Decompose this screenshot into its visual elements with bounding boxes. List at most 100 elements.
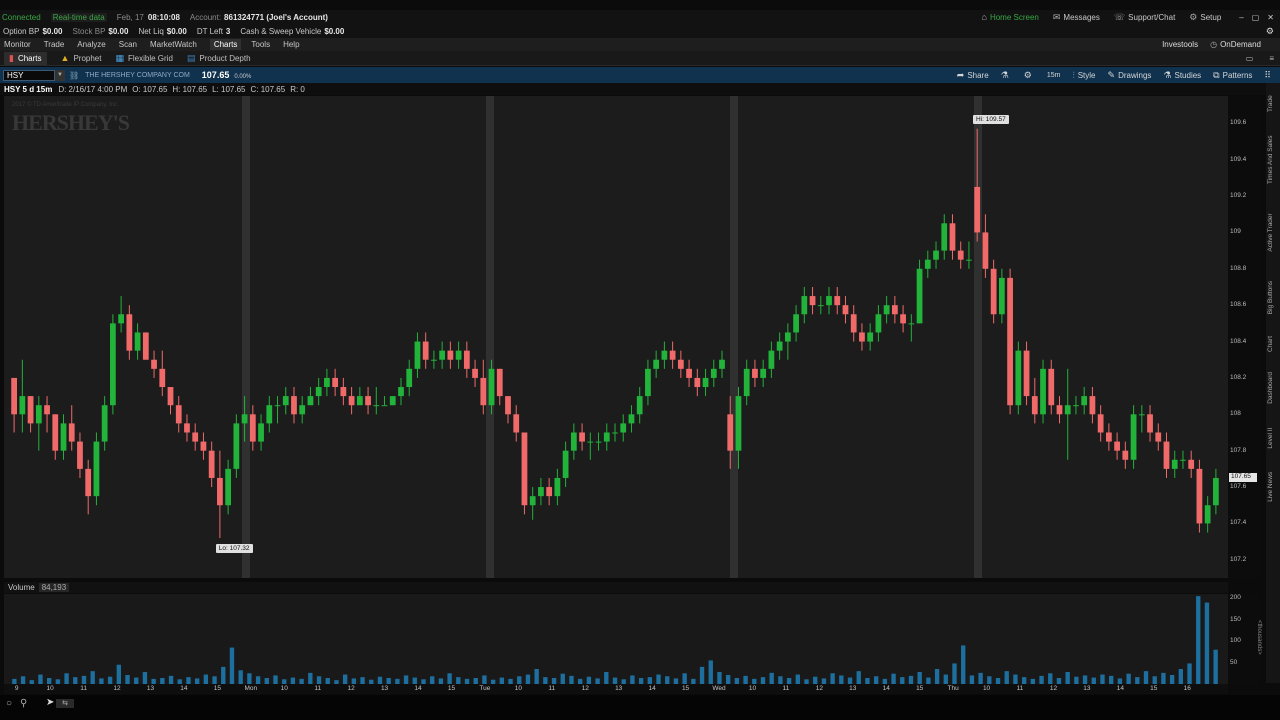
menu-help[interactable]: Help <box>283 40 299 49</box>
volume-bar <box>1074 676 1079 684</box>
volume-bar <box>656 674 661 684</box>
last-price-tag: 107.65 <box>1229 472 1257 482</box>
candle-body <box>414 341 421 369</box>
candle-body <box>1196 468 1203 524</box>
volume-bar <box>917 672 922 684</box>
menu-scan[interactable]: Scan <box>119 40 137 49</box>
menu-analyze[interactable]: Analyze <box>77 40 105 49</box>
minimize-icon[interactable]: – <box>1239 13 1243 22</box>
zoom-icon[interactable]: ⚲ <box>20 698 27 709</box>
candle-body <box>784 332 791 342</box>
tab-prophet[interactable]: ▲ Prophet <box>61 53 102 63</box>
volume-bar <box>1204 602 1210 684</box>
home-screen-button[interactable]: ⌂ Home Screen <box>982 12 1039 22</box>
candle-body <box>529 496 536 506</box>
candle-body <box>628 414 635 424</box>
tab-flexible-grid[interactable]: ▦ Flexible Grid <box>115 53 172 64</box>
timeframe-selector[interactable]: 15m <box>1047 72 1061 79</box>
menu-tools[interactable]: Tools <box>251 40 270 49</box>
volume-bar <box>873 676 879 684</box>
link-icon[interactable]: ⛓ <box>69 71 79 80</box>
status-date: Feb, 17 <box>116 12 144 22</box>
tab-product-depth[interactable]: ▤ Product Depth <box>187 53 251 64</box>
gear-icon[interactable]: ⚙ <box>1266 26 1274 37</box>
candle-body <box>118 314 125 324</box>
volume-bar <box>1004 671 1009 684</box>
share-button[interactable]: ➦ Share <box>957 70 989 81</box>
menu-marketwatch[interactable]: MarketWatch <box>150 40 197 49</box>
candle-body <box>274 405 281 407</box>
dt-left-label: DT Left <box>196 26 223 36</box>
zoom-reset-icon[interactable]: ○ <box>6 698 12 709</box>
volume-bar <box>125 675 130 684</box>
time-tick: 10 <box>46 685 54 692</box>
layout-menu-icon[interactable]: ≡ <box>1269 54 1274 63</box>
candle-body <box>776 341 783 351</box>
menu-monitor[interactable]: Monitor <box>4 40 31 49</box>
support-chat-button[interactable]: ☏ Support/Chat <box>1114 12 1175 23</box>
home-screen-label: Home Screen <box>989 12 1039 22</box>
candle-body <box>496 368 503 397</box>
dock-tab[interactable]: Big Buttons <box>1267 270 1279 324</box>
candle-body <box>208 450 215 478</box>
realtime-data-link[interactable]: Real-time data <box>50 12 107 22</box>
dock-tab[interactable]: Active Trader <box>1267 201 1279 264</box>
time-tick: 11 <box>80 685 87 692</box>
price-tick: 109.6 <box>1230 119 1247 127</box>
dock-tab[interactable]: Trade <box>1267 89 1279 118</box>
price-axis[interactable]: 109.6 109.4 109.2 109 108.8 108.6 108.4 108.2 10… <box>1228 96 1260 578</box>
candle-body <box>603 432 610 442</box>
close-icon[interactable]: ✕ <box>1267 13 1274 22</box>
dock-tab[interactable]: Dashboard <box>1267 365 1279 411</box>
volume-bar <box>569 675 574 684</box>
setup-button[interactable]: ⚙ Setup <box>1189 12 1221 23</box>
candle-body <box>513 414 520 433</box>
dock-tab[interactable]: Chart <box>1267 330 1279 359</box>
candle-body <box>151 359 157 369</box>
menu-trade[interactable]: Trade <box>44 40 65 49</box>
ondemand-button[interactable]: OnDemand <box>1220 40 1261 49</box>
candle-body <box>1023 350 1030 397</box>
volume-chart[interactable] <box>4 594 1228 684</box>
drawings-button[interactable]: ✎ Drawings <box>1108 70 1152 81</box>
maximize-icon[interactable]: ▢ <box>1252 13 1260 22</box>
layout-icon[interactable]: ▭ <box>1246 54 1254 63</box>
style-button[interactable]: ⫶ Style <box>1072 70 1095 81</box>
symbol-dropdown-icon[interactable]: ▼ <box>55 69 65 81</box>
time-tick: Thu <box>947 685 959 692</box>
dock-tab[interactable]: Level II <box>1267 417 1279 459</box>
patterns-button[interactable]: ⧉ Patterns <box>1213 70 1252 81</box>
depth-icon: ▤ <box>186 52 196 63</box>
time-axis[interactable]: 9 10 11 12 13 14 15 Mon 10 11 12 13 14 15 Tue 10 11 12 13 1… <box>4 684 1228 694</box>
candle-body <box>1122 450 1129 460</box>
volume-bar <box>952 663 957 684</box>
messages-button[interactable]: ✉ Messages <box>1053 12 1100 23</box>
tab-charts[interactable]: ▮ Charts <box>4 51 47 65</box>
high-annotation: Hi: 109.57 <box>973 114 1009 124</box>
symbol-input[interactable] <box>3 69 55 81</box>
dock-tab[interactable]: Times And Sales <box>1267 124 1279 195</box>
account-selector[interactable]: 861324771 (Joel's Account) <box>224 13 328 22</box>
price-chart[interactable]: 2017 © TD Ameritrade IP Company, Inc. HE… <box>4 96 1228 578</box>
panel-grid-button[interactable]: ⠿ <box>1264 70 1274 81</box>
investools-link[interactable]: Investools <box>1162 40 1198 49</box>
time-tick: 13 <box>380 685 389 692</box>
chart-settings-button[interactable]: ⚙ <box>1024 70 1035 81</box>
candle-body <box>431 359 437 361</box>
dock-tab[interactable]: Live News <box>1267 464 1279 510</box>
candle-body <box>743 368 750 397</box>
stock-bp-label: Stock BP <box>72 26 106 36</box>
flask-button[interactable]: ⚗ <box>1001 70 1012 81</box>
volume-bar <box>778 676 783 684</box>
drag-handle-icon[interactable]: ⇆ <box>56 699 74 708</box>
volume-bar <box>447 673 452 684</box>
candle-body <box>949 223 956 251</box>
volume-units: <thousands> <box>1256 620 1262 655</box>
candle-body <box>933 250 939 260</box>
volume-bar <box>38 674 43 684</box>
candle-body <box>990 268 997 315</box>
menu-charts[interactable]: Charts <box>209 39 242 50</box>
time-tick: 14 <box>648 685 656 692</box>
studies-button[interactable]: ⚗ Studies <box>1163 70 1201 81</box>
volume-bar <box>900 677 905 684</box>
